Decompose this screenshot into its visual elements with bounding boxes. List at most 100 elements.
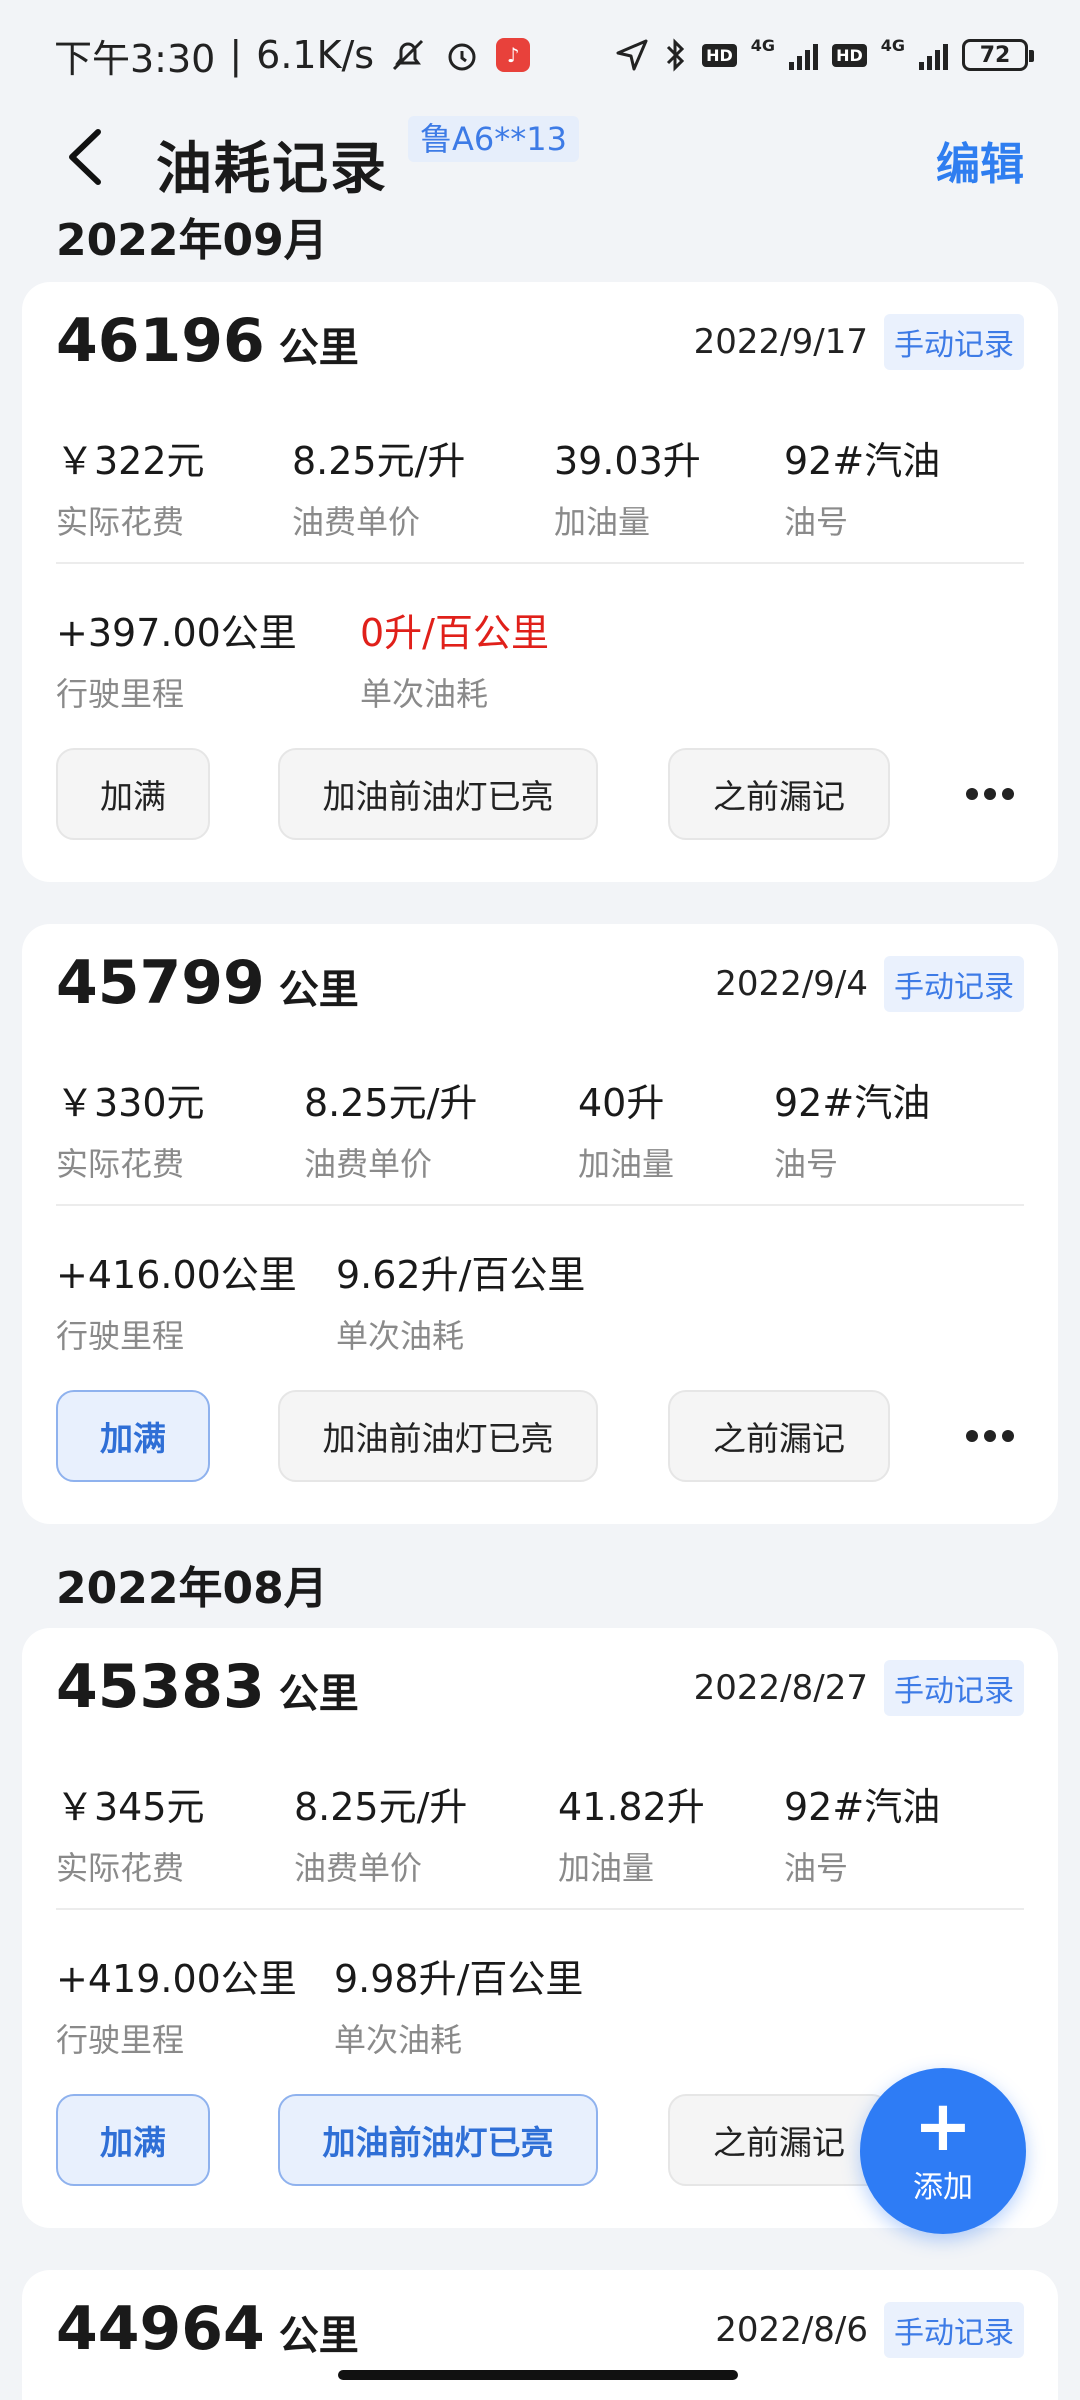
- consumption-stat: 0升/百公里 单次油耗: [360, 602, 549, 715]
- fuel-type-value: 92#汽油: [784, 1785, 941, 1829]
- signal-bars-1-icon: [789, 40, 819, 70]
- chip-full-tank[interactable]: 加满: [56, 2094, 210, 2186]
- distance-label: 行驶里程: [56, 2021, 185, 2059]
- price-stat: 8.25元/升 油费单价: [304, 1072, 477, 1185]
- add-label: 添加: [913, 2170, 973, 2205]
- consumption-value: 9.98升/百公里: [334, 1957, 584, 2001]
- plus-icon: +: [913, 2085, 973, 2167]
- amount-value: 41.82升: [558, 1785, 705, 1829]
- location-arrow-icon: [614, 37, 650, 73]
- amount-value: 40升: [578, 1081, 665, 1125]
- chip-missed-before[interactable]: 之前漏记: [668, 2094, 890, 2186]
- distance-stat: +416.00公里 行驶里程: [56, 1244, 297, 1357]
- home-indicator[interactable]: [338, 2370, 738, 2380]
- amount-stat: 39.03升 加油量: [554, 430, 701, 543]
- mute-bell-icon: [388, 35, 428, 75]
- record-date: 2022/8/6: [715, 2310, 868, 2350]
- month-header-sep: 2022年09月: [56, 215, 328, 266]
- odometer-value: 46196: [56, 306, 265, 376]
- odometer-value: 45383: [56, 1652, 265, 1722]
- price-stat: 8.25元/升 油费单价: [292, 430, 465, 543]
- status-separator: |: [229, 33, 243, 77]
- card-divider: [56, 1908, 1024, 1910]
- consumption-value: 0升/百公里: [360, 611, 549, 655]
- back-button[interactable]: [58, 122, 118, 192]
- amount-label: 加油量: [578, 1145, 675, 1183]
- distance-value: +419.00公里: [56, 1957, 297, 2001]
- edit-button[interactable]: 编辑: [936, 128, 1024, 192]
- cost-value: ￥330元: [56, 1081, 205, 1125]
- odometer: 45799 公里: [56, 948, 359, 1018]
- odometer-value: 45799: [56, 948, 265, 1018]
- plate-badge: 鲁A6**13: [408, 116, 579, 162]
- odometer: 46196 公里: [56, 306, 359, 376]
- cost-stat: ￥345元 实际花费: [56, 1776, 205, 1889]
- consumption-value: 9.62升/百公里: [336, 1253, 586, 1297]
- odometer-unit: 公里: [278, 2313, 359, 2359]
- month-header-aug: 2022年08月: [56, 1563, 328, 1614]
- top-app-bar: 油耗记录 鲁A6**13 编辑: [0, 100, 1080, 220]
- odometer-unit: 公里: [278, 967, 359, 1013]
- chip-warning-light[interactable]: 加油前油灯已亮: [278, 748, 598, 840]
- record-card[interactable]: 45799 公里 2022/9/4 手动记录 ￥330元 实际花费 8.25元/…: [22, 924, 1058, 1524]
- amount-stat: 40升 加油量: [578, 1072, 674, 1185]
- record-card[interactable]: 46196 公里 2022/9/17 手动记录 ￥322元 实际花费 8.25元…: [22, 282, 1058, 882]
- card-divider: [56, 562, 1024, 564]
- cost-label: 实际花费: [56, 1849, 185, 1887]
- network-speed: 6.1K/s: [256, 33, 375, 77]
- chevron-left-icon: [69, 129, 101, 185]
- price-label: 油费单价: [292, 503, 421, 541]
- amount-stat: 41.82升 加油量: [558, 1776, 705, 1889]
- cost-value: ￥345元: [56, 1785, 205, 1829]
- consumption-label: 单次油耗: [334, 2021, 463, 2059]
- odometer-unit: 公里: [278, 325, 359, 371]
- amount-label: 加油量: [554, 503, 651, 541]
- chip-warning-light[interactable]: 加油前油灯已亮: [278, 1390, 598, 1482]
- chip-missed-before[interactable]: 之前漏记: [668, 748, 890, 840]
- record-type-tag: 手动记录: [884, 314, 1024, 370]
- record-type-tag: 手动记录: [884, 956, 1024, 1012]
- odometer-value: 44964: [56, 2294, 265, 2364]
- chip-full-tank[interactable]: 加满: [56, 1390, 210, 1482]
- odometer-unit: 公里: [278, 1671, 359, 1717]
- consumption-label: 单次油耗: [336, 1317, 465, 1355]
- more-options-icon[interactable]: [966, 1426, 1014, 1446]
- hd-badge-1: HD: [702, 43, 737, 67]
- distance-stat: +419.00公里 行驶里程: [56, 1948, 297, 2061]
- distance-stat: +397.00公里 行驶里程: [56, 602, 297, 715]
- price-value: 8.25元/升: [304, 1081, 478, 1125]
- network-type-2: 4G: [880, 35, 905, 55]
- odometer: 44964 公里: [56, 2294, 359, 2364]
- alarm-clock-icon: [442, 35, 482, 75]
- bluetooth-icon: [664, 37, 688, 73]
- record-card[interactable]: 44964 公里 2022/8/6 手动记录: [22, 2270, 1058, 2400]
- music-app-icon: ♪: [496, 38, 531, 72]
- chip-warning-light[interactable]: 加油前油灯已亮: [278, 2094, 598, 2186]
- fuel-type-label: 油号: [784, 503, 849, 541]
- fuel-type-stat: 92#汽油 油号: [784, 430, 940, 543]
- status-bar: 下午3:30 | 6.1K/s ♪ HD 4G HD 4G 72: [0, 0, 1080, 110]
- add-record-button[interactable]: + 添加: [860, 2068, 1026, 2234]
- more-options-icon[interactable]: [966, 784, 1014, 804]
- amount-label: 加油量: [558, 1849, 655, 1887]
- consumption-label: 单次油耗: [360, 675, 489, 713]
- price-value: 8.25元/升: [292, 439, 466, 483]
- status-time: 下午3:30: [54, 36, 216, 81]
- record-date: 2022/9/17: [693, 322, 868, 362]
- hd-badge-2: HD: [832, 43, 867, 67]
- price-label: 油费单价: [294, 1849, 423, 1887]
- chip-missed-before[interactable]: 之前漏记: [668, 1390, 890, 1482]
- cost-stat: ￥322元 实际花费: [56, 430, 205, 543]
- price-label: 油费单价: [304, 1145, 433, 1183]
- distance-value: +397.00公里: [56, 611, 297, 655]
- price-value: 8.25元/升: [294, 1785, 468, 1829]
- fuel-type-label: 油号: [774, 1145, 839, 1183]
- consumption-stat: 9.98升/百公里 单次油耗: [334, 1948, 583, 2061]
- consumption-stat: 9.62升/百公里 单次油耗: [336, 1244, 585, 1357]
- fuel-type-stat: 92#汽油 油号: [774, 1072, 930, 1185]
- page-title: 油耗记录: [156, 137, 388, 202]
- network-type-1: 4G: [750, 35, 776, 55]
- cost-stat: ￥330元 实际花费: [56, 1072, 205, 1185]
- chip-full-tank[interactable]: 加满: [56, 748, 210, 840]
- odometer: 45383 公里: [56, 1652, 359, 1722]
